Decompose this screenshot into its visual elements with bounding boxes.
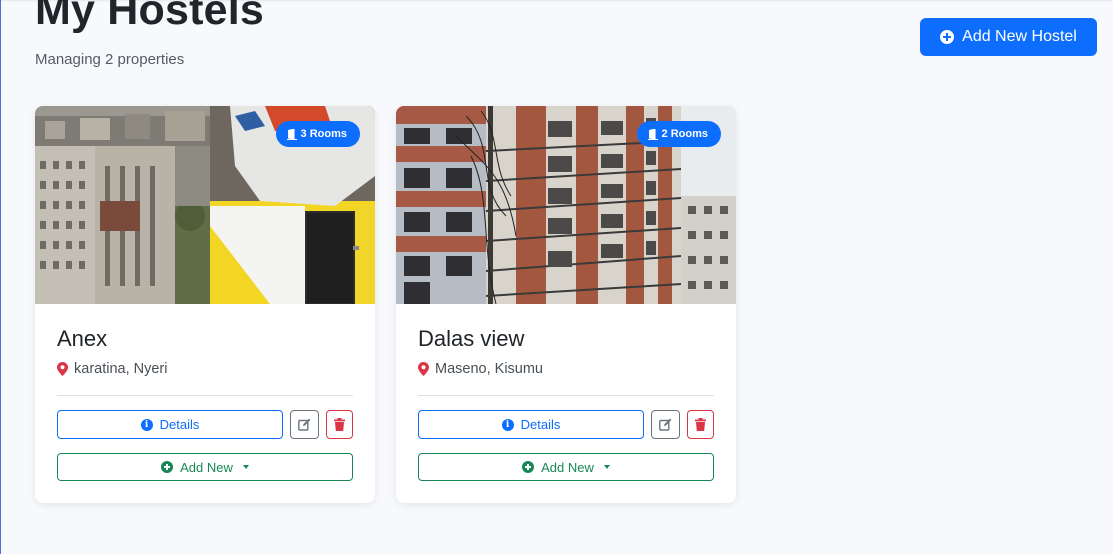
delete-button[interactable]: [326, 410, 353, 439]
delete-button[interactable]: [687, 410, 714, 439]
rooms-badge: 2 Rooms: [636, 121, 721, 147]
map-pin-icon: [57, 362, 68, 376]
edit-icon: [659, 418, 672, 431]
add-new-dropdown-button[interactable]: Add New: [418, 453, 714, 481]
details-label: Details: [520, 417, 561, 432]
divider: [57, 395, 353, 396]
page-subtitle: Managing 2 properties: [35, 51, 185, 68]
info-circle-icon: i: [501, 418, 514, 431]
hostel-location: karatina, Nyeri: [57, 361, 167, 377]
plus-circle-icon: [161, 461, 174, 473]
edit-button[interactable]: [651, 410, 680, 439]
rooms-badge-label: 3 Rooms: [300, 128, 347, 140]
edit-button[interactable]: [290, 410, 319, 439]
trash-icon: [334, 418, 345, 431]
details-button[interactable]: i Details: [418, 410, 644, 439]
details-label: Details: [159, 417, 200, 432]
hostel-location-text: karatina, Nyeri: [74, 361, 168, 377]
page-title: My Hostels: [35, 0, 265, 34]
edit-icon: [298, 418, 311, 431]
hostel-name: Dalas view: [418, 326, 525, 351]
caret-down-icon: [242, 465, 249, 469]
info-circle-icon: i: [140, 418, 153, 431]
add-new-label: Add New: [541, 459, 594, 475]
plus-circle-icon: [522, 461, 535, 473]
add-new-label: Add New: [180, 459, 233, 475]
rooms-badge-label: 2 Rooms: [661, 128, 708, 140]
add-new-dropdown-button[interactable]: Add New: [57, 453, 353, 481]
add-new-hostel-label: Add New Hostel: [962, 28, 1077, 45]
hostel-name: Anex: [57, 326, 108, 351]
details-button[interactable]: i Details: [57, 410, 283, 439]
trash-icon: [695, 418, 706, 431]
hostel-location: Maseno, Kisumu: [418, 361, 543, 377]
divider: [418, 395, 714, 396]
hostel-card: 3 Rooms Anex karatina, Nyeri i Details A…: [35, 106, 375, 503]
hostel-image: 3 Rooms: [35, 106, 375, 304]
door-open-icon: [286, 129, 297, 140]
caret-down-icon: [603, 465, 610, 469]
door-open-icon: [647, 129, 658, 140]
map-pin-icon: [418, 362, 429, 376]
hostel-image: 2 Rooms: [396, 106, 736, 304]
add-new-hostel-button[interactable]: Add New Hostel: [920, 18, 1097, 56]
hostel-location-text: Maseno, Kisumu: [435, 361, 543, 377]
rooms-badge: 3 Rooms: [275, 121, 360, 147]
plus-circle-icon: [940, 30, 955, 44]
hostel-card: 2 Rooms Dalas view Maseno, Kisumu i Deta…: [396, 106, 736, 503]
